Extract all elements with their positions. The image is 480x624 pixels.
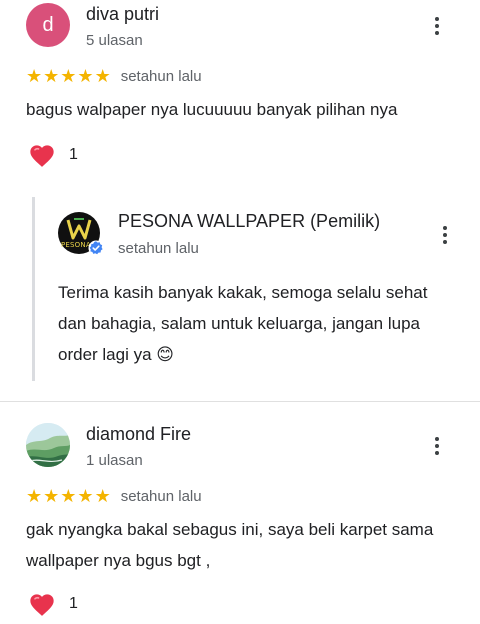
- owner-reply: PESONA PESONA WALLPAPER (Pemilik) setahu…: [32, 197, 480, 381]
- star-icon: ★: [43, 66, 60, 86]
- review-card: d diva putri 5 ulasan ★ ★ ★ ★ ★ setahun …: [0, 0, 480, 400]
- star-icon: ★: [60, 66, 77, 86]
- rating-row: ★ ★ ★ ★ ★ setahun lalu: [26, 67, 202, 85]
- like-button[interactable]: 1: [28, 591, 78, 617]
- verified-badge-icon: [88, 240, 104, 256]
- more-vert-icon[interactable]: [433, 220, 457, 250]
- avatar[interactable]: [26, 423, 70, 467]
- logo-text: PESONA: [61, 241, 91, 249]
- like-button[interactable]: 1: [28, 142, 78, 168]
- like-count: 1: [69, 146, 78, 163]
- star-icon: ★: [26, 66, 43, 86]
- reply-text: Terima kasih banyak kakak, semoga selalu…: [58, 283, 428, 364]
- star-icon: ★: [77, 486, 94, 506]
- review-count: 1 ulasan: [86, 452, 143, 469]
- review-count: 5 ulasan: [86, 32, 143, 49]
- like-count: 1: [69, 595, 78, 612]
- review-card: diamond Fire 1 ulasan ★ ★ ★ ★ ★ setahun …: [0, 402, 480, 624]
- star-icon: ★: [94, 66, 111, 86]
- review-text: gak nyangka bakal sebagus ini, saya beli…: [26, 520, 434, 570]
- star-icon: ★: [60, 486, 77, 506]
- review-time: setahun lalu: [120, 487, 202, 505]
- heart-icon: [30, 594, 54, 616]
- star-icon: ★: [26, 486, 43, 506]
- avatar-letter: d: [42, 13, 54, 36]
- reviewer-name[interactable]: diamond Fire: [86, 424, 191, 445]
- reply-time: setahun lalu: [118, 240, 199, 257]
- avatar[interactable]: d: [26, 3, 70, 47]
- star-rating: ★ ★ ★ ★ ★: [26, 487, 111, 505]
- review-time: setahun lalu: [120, 67, 202, 85]
- landscape-avatar-image: [26, 423, 70, 467]
- owner-avatar[interactable]: PESONA: [58, 212, 104, 256]
- star-icon: ★: [77, 66, 94, 86]
- review-text: bagus walpaper nya lucuuuuu banyak pilih…: [26, 100, 398, 119]
- more-vert-icon[interactable]: [425, 431, 449, 461]
- star-icon: ★: [94, 486, 111, 506]
- rating-row: ★ ★ ★ ★ ★ setahun lalu: [26, 487, 202, 505]
- owner-name[interactable]: PESONA WALLPAPER (Pemilik): [118, 211, 380, 232]
- star-icon: ★: [43, 486, 60, 506]
- star-rating: ★ ★ ★ ★ ★: [26, 67, 111, 85]
- more-vert-icon[interactable]: [425, 11, 449, 41]
- heart-icon: [30, 145, 54, 167]
- pesona-logo-icon: [66, 218, 92, 240]
- reviewer-name[interactable]: diva putri: [86, 4, 159, 25]
